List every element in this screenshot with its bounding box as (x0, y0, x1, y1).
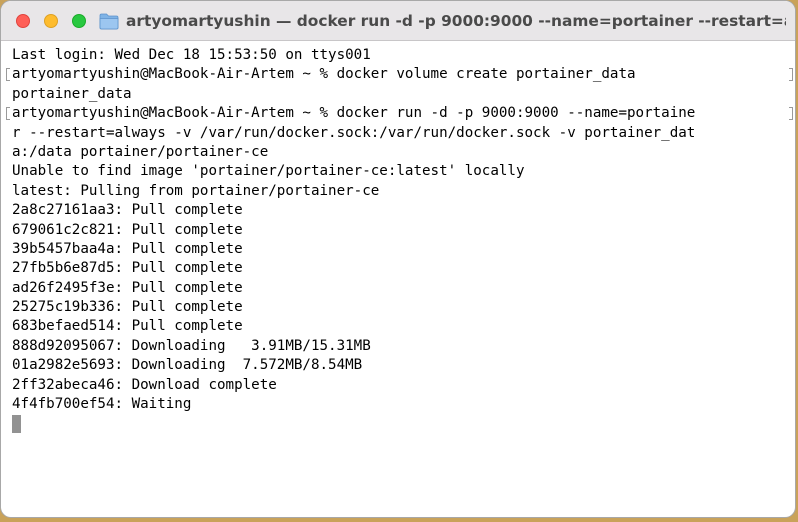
block-cursor (12, 415, 21, 434)
terminal-line: 39b5457baa4a: Pull complete (12, 240, 243, 257)
close-button[interactable] (16, 14, 30, 28)
zoom-icon (73, 15, 85, 27)
terminal-line: Last login: Wed Dec 18 15:53:50 on ttys0… (12, 47, 371, 63)
terminal-output[interactable]: Last login: Wed Dec 18 15:53:50 on ttys0… (12, 46, 790, 516)
terminal-window: artyomartyushin — docker run -d -p 9000:… (0, 0, 796, 518)
terminal-line: r --restart=always -v /var/run/docker.so… (12, 124, 696, 141)
terminal-line: 4f4fb700ef54: Waiting (12, 396, 192, 413)
terminal-line: 888d92095067: Downloading 3.91MB/15.31MB (12, 337, 371, 354)
zoom-button[interactable] (72, 14, 86, 28)
terminal-line: 2a8c27161aa3: Pull complete (12, 202, 243, 219)
terminal-line: 25275c19b336: Pull complete (12, 299, 243, 316)
terminal-line: 2ff32abeca46: Download complete (12, 376, 277, 393)
terminal-line: latest: Pulling from portainer/portainer… (12, 182, 380, 199)
command-mark-right (789, 107, 793, 120)
terminal-line: 01a2982e5693: Downloading 7.572MB/8.54MB (12, 357, 363, 374)
window-title: artyomartyushin — docker run -d -p 9000:… (126, 12, 786, 30)
title-bar[interactable]: artyomartyushin — docker run -d -p 9000:… (1, 1, 795, 41)
terminal-line: a:/data portainer/portainer-ce (12, 143, 269, 160)
command-mark-left (6, 68, 10, 81)
command-mark-right (789, 68, 793, 81)
terminal-line: ad26f2495f3e: Pull complete (12, 279, 243, 296)
terminal-line: artyomartyushin@MacBook-Air-Artem ~ % do… (12, 66, 636, 83)
terminal-line: Unable to find image 'portainer/portaine… (12, 163, 525, 180)
close-icon (17, 15, 29, 27)
terminal-line: artyomartyushin@MacBook-Air-Artem ~ % do… (12, 105, 696, 122)
terminal-line: 679061c2c821: Pull complete (12, 221, 243, 238)
terminal-line: 27fb5b6e87d5: Pull complete (12, 260, 243, 277)
minimize-button[interactable] (44, 14, 58, 28)
terminal-line: 683befaed514: Pull complete (12, 318, 243, 335)
folder-icon (99, 13, 119, 30)
command-mark-left (6, 107, 10, 120)
terminal-line: portainer_data (12, 85, 132, 102)
minimize-icon (45, 15, 57, 27)
